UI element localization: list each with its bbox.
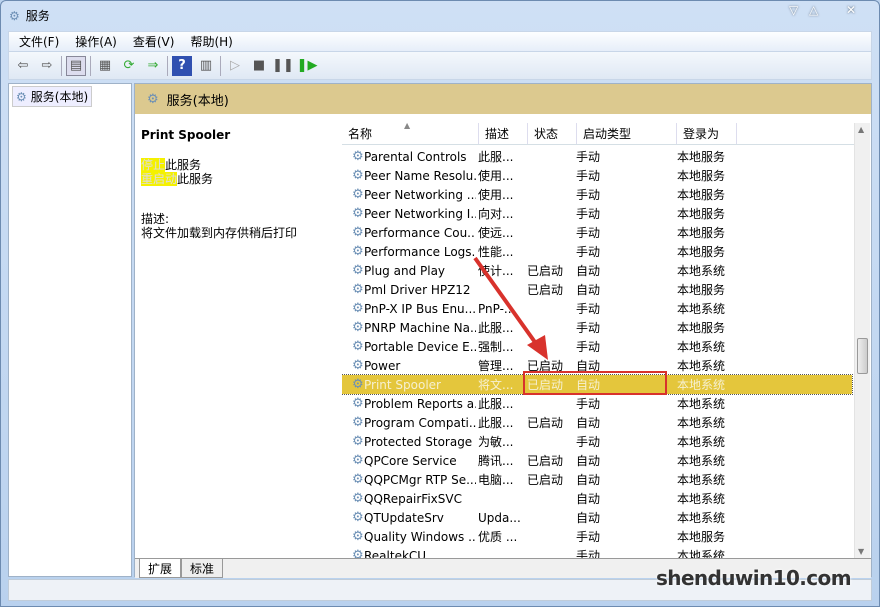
- annotation-arrow: [473, 256, 548, 360]
- highlight-box: [523, 371, 667, 395]
- watermark-logo: shenduwin10.com: [656, 566, 852, 590]
